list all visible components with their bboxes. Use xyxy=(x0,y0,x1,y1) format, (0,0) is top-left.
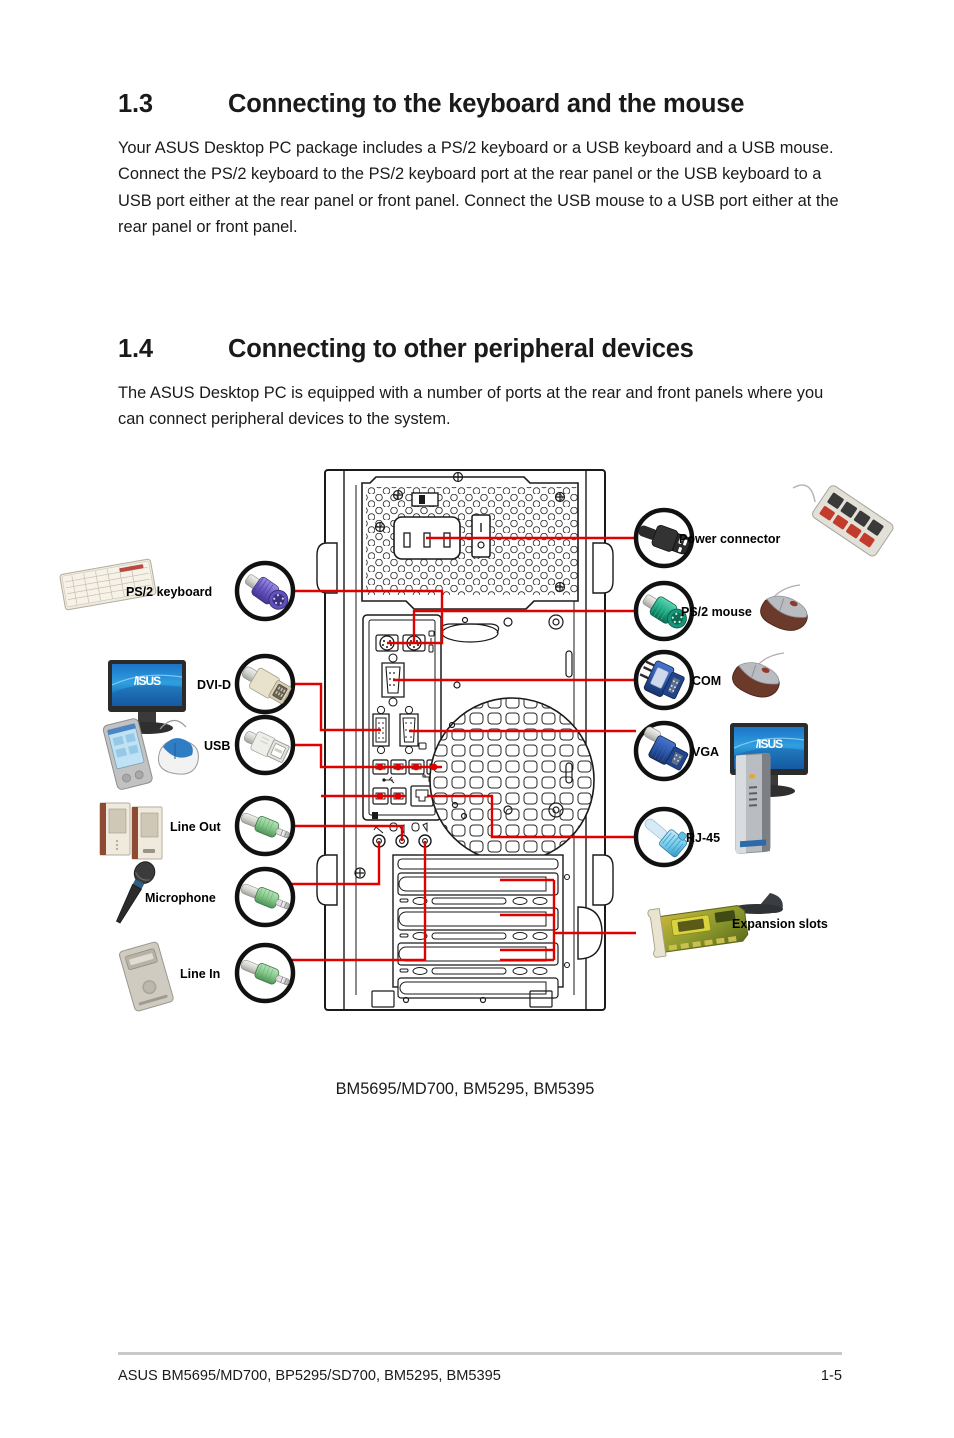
line-in-connector-bubble xyxy=(234,942,296,1004)
section-1-3: 1.3 Connecting to the keyboard and the m… xyxy=(118,90,842,241)
section-1-4-heading: 1.4 Connecting to other peripheral devic… xyxy=(118,335,842,364)
vga-connector-bubble xyxy=(633,720,695,782)
speakers-device-image xyxy=(99,802,163,860)
section-1-3-body: Your ASUS Desktop PC package includes a … xyxy=(118,139,839,237)
document-page: 1.3 Connecting to the keyboard and the m… xyxy=(0,0,954,1438)
dvi-d-connector-bubble xyxy=(234,653,296,715)
recorder-device-image xyxy=(119,941,174,1012)
expansion-slot-bracket xyxy=(397,977,559,999)
label-power-connector: Power connector xyxy=(679,532,781,546)
section-1-4-title: Connecting to other peripheral devices xyxy=(228,335,694,363)
com-mouse-device-image xyxy=(732,652,785,698)
section-1-3-number: 1.3 xyxy=(118,90,153,118)
footer-page-number: 1-5 xyxy=(820,1368,842,1384)
label-vga: VGA xyxy=(692,745,720,759)
svg-text:/ISUS: /ISUS xyxy=(134,674,161,688)
ps2-keyboard-connector-bubble xyxy=(234,560,296,622)
section-1-4-body: The ASUS Desktop PC is equipped with a n… xyxy=(118,384,824,429)
footer-model-text: ASUS BM5695/MD700, BP5295/SD700, BM5295,… xyxy=(118,1368,501,1384)
label-usb: USB xyxy=(204,739,231,753)
rear-panel-diagram: /ISUS /ISUS PS/2 keyboard DVI-D USB Line… xyxy=(0,455,954,1075)
rear-panel-diagram-svg: /ISUS /ISUS xyxy=(59,469,894,1012)
label-line-in: Line In xyxy=(180,967,221,981)
diagram-caption-text: BM5695/MD700, BM5295, BM5395 xyxy=(335,1080,595,1098)
power-switch xyxy=(471,514,491,558)
label-ps2-mouse: PS/2 mouse xyxy=(681,605,752,619)
power-strip-device-image xyxy=(792,484,894,557)
line-out-connector-bubble xyxy=(234,795,296,857)
section-1-4-number: 1.4 xyxy=(118,335,153,363)
expansion-slot-area xyxy=(392,854,571,999)
label-expansion-slots: Expansion slots xyxy=(732,917,828,931)
section-1-4: 1.4 Connecting to other peripheral devic… xyxy=(118,335,842,433)
label-line-out: Line Out xyxy=(170,820,221,834)
diagram-caption: BM5695/MD700, BM5295, BM5395 xyxy=(0,1080,954,1099)
label-rj-45: RJ-45 xyxy=(686,831,721,845)
com-connector-bubble xyxy=(633,649,695,711)
power-supply-unit xyxy=(361,471,579,610)
svg-text:/ISUS: /ISUS xyxy=(756,737,783,751)
label-dvi-d: DVI-D xyxy=(197,678,232,692)
usb-connector-bubble xyxy=(234,714,296,776)
label-ps2-keyboard: PS/2 keyboard xyxy=(126,585,213,599)
label-microphone: Microphone xyxy=(145,891,216,905)
microphone-connector-bubble xyxy=(234,866,296,928)
ps2-mouse-device-image xyxy=(760,584,808,631)
label-com: COM xyxy=(692,674,722,688)
voltage-selector xyxy=(411,492,439,507)
section-1-3-title: Connecting to the keyboard and the mouse xyxy=(228,90,745,118)
footer-divider xyxy=(118,1352,842,1355)
rj45-connector-bubble xyxy=(633,806,695,868)
section-1-3-heading: 1.3 Connecting to the keyboard and the m… xyxy=(118,90,842,119)
